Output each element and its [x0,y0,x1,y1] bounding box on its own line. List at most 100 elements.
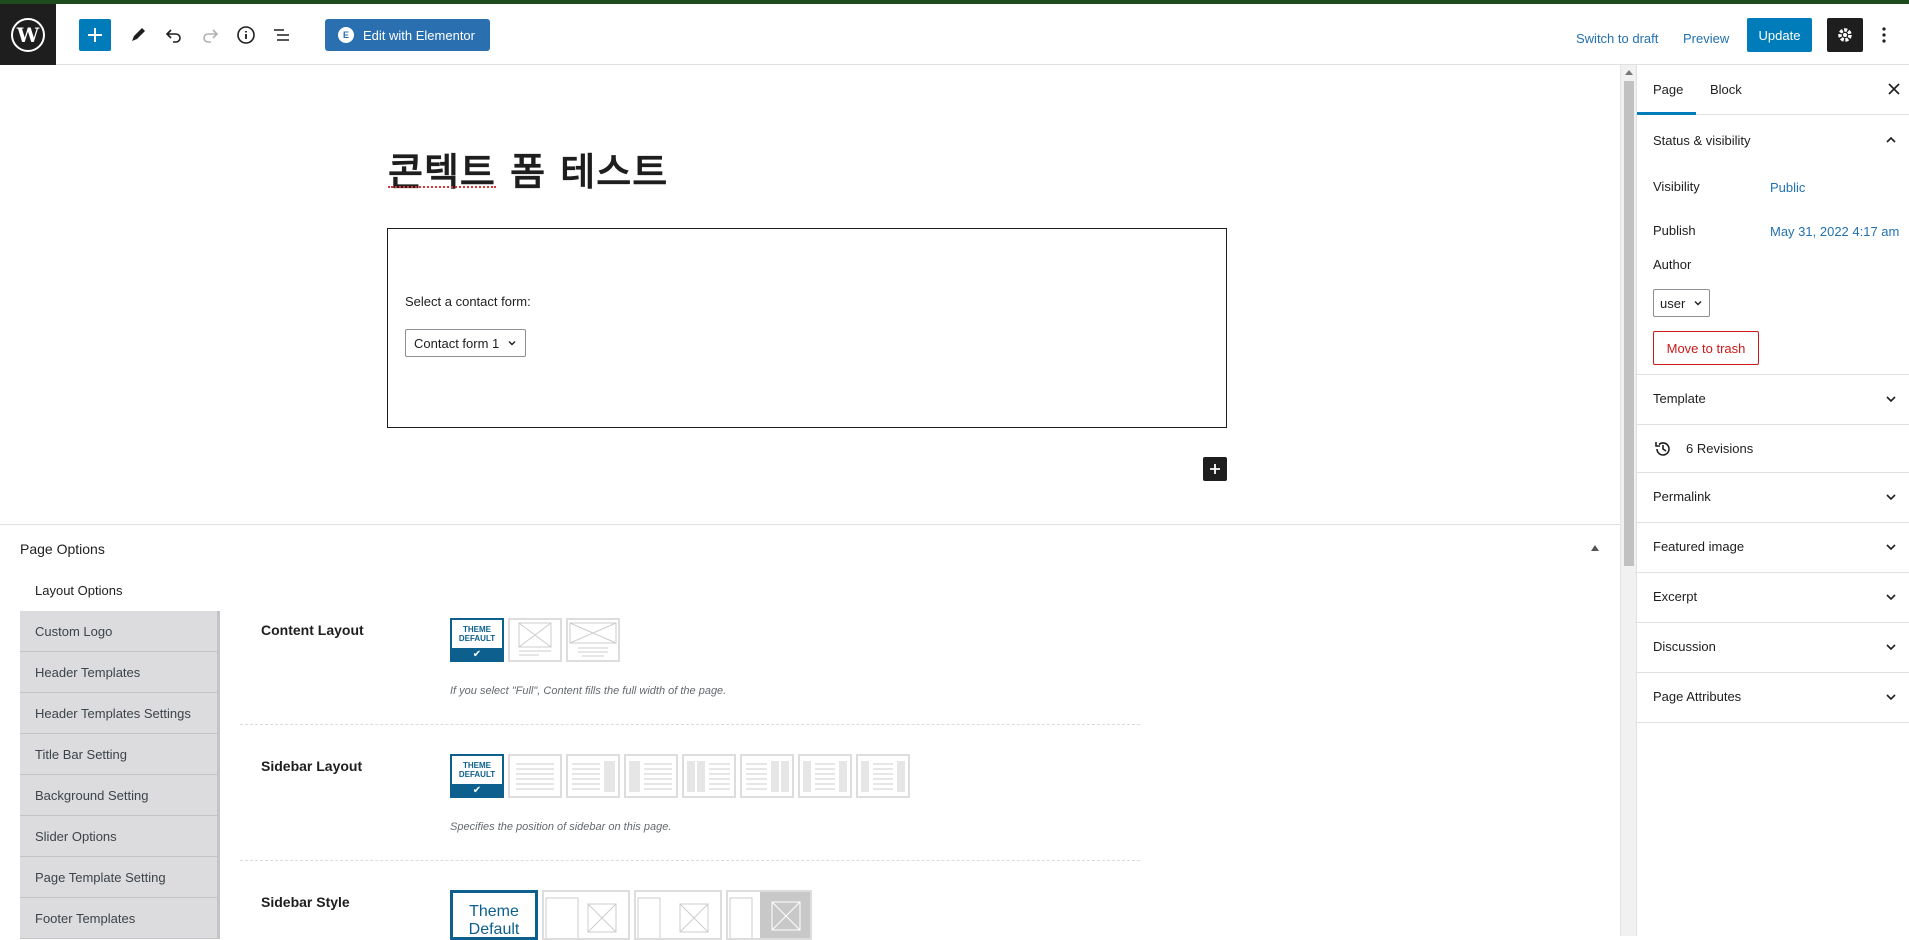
page-attributes-panel[interactable]: Page Attributes [1637,673,1909,723]
layout-both-sidebars-icon [803,761,847,792]
canvas-scrollbar[interactable] [1620,65,1636,936]
sidebar-style-theme-default[interactable]: Theme Default [450,890,538,940]
wordpress-icon: W [11,17,45,52]
sidebar-layout-label: Sidebar Layout [261,758,363,774]
author-label: Author [1653,257,1692,272]
template-panel[interactable]: Template [1637,375,1909,425]
edit-with-elementor-button[interactable]: E Edit with Elementor [325,19,490,51]
featured-image-panel[interactable]: Featured image [1637,523,1909,573]
publish-label: Publish [1653,223,1696,238]
template-title: Template [1653,391,1706,406]
elementor-icon: E [338,27,354,43]
switch-to-draft-link[interactable]: Switch to draft [1576,31,1658,46]
layout-alt-sidebars-icon [861,761,905,792]
author-select[interactable]: user [1653,289,1710,317]
sidebar-layout-both-right[interactable] [740,754,794,798]
sidebar-layout-none[interactable] [508,754,562,798]
contact-form-label: Select a contact form: [405,294,531,309]
close-sidebar-button[interactable] [1884,79,1904,99]
close-icon [1888,83,1900,95]
details-button[interactable] [230,19,262,51]
undo-button[interactable] [158,19,190,51]
contact-form-selected: Contact form 1 [414,335,500,351]
revisions-panel[interactable]: 6 Revisions [1637,425,1909,473]
sidebar-style-2-icon [637,897,709,938]
status-visibility-title[interactable]: Status & visibility [1653,133,1751,148]
content-layout-full[interactable] [566,618,620,662]
sidebar-style-1[interactable] [542,890,630,940]
plus-icon [1210,464,1220,474]
excerpt-title: Excerpt [1653,589,1698,604]
wordpress-logo-button[interactable]: W [0,4,56,65]
add-block-button[interactable] [79,19,111,51]
chevron-down-icon [1886,396,1896,403]
tab-block[interactable]: Block [1710,82,1742,97]
chevron-down-icon [1886,694,1896,701]
spellcheck-underline [388,185,496,188]
featured-image-title: Featured image [1653,539,1745,554]
nav-header-templates-settings[interactable]: Header Templates Settings [20,693,220,734]
layout-boxed-icon [518,622,552,656]
nav-footer-templates[interactable]: Footer Templates [20,898,220,939]
options-menu-button[interactable] [1872,18,1896,52]
page-options-panel: Page Options Layout Options Custom Logo … [0,524,1620,940]
excerpt-panel[interactable]: Excerpt [1637,573,1909,623]
tools-button[interactable] [122,19,154,51]
tab-page[interactable]: Page [1653,82,1683,97]
more-vertical-icon [1882,27,1886,43]
contact-form-select[interactable]: Contact form 1 [405,329,527,357]
chevron-down-icon [1694,301,1702,306]
list-view-button[interactable] [266,19,298,51]
theme-default-text: Theme Default [468,903,520,938]
nav-layout-options[interactable]: Layout Options [20,570,220,611]
inline-add-block-button[interactable] [1203,457,1227,481]
update-button[interactable]: Update [1747,18,1812,52]
contact-form-block[interactable]: Select a contact form: Contact form 1 [387,228,1227,428]
nav-title-bar-setting[interactable]: Title Bar Setting [20,734,220,775]
content-layout-boxed[interactable] [508,618,562,662]
sidebar-style-3[interactable] [726,890,812,940]
divider [240,860,1140,861]
nav-custom-logo[interactable]: Custom Logo [20,611,220,652]
move-to-trash-button[interactable]: Move to trash [1653,331,1759,365]
nav-header-templates[interactable]: Header Templates [20,652,220,693]
scroll-up-arrow-icon[interactable] [1625,70,1633,75]
sidebar-layout-options: THEME DEFAULT ✔ [450,754,910,798]
permalink-panel[interactable]: Permalink [1637,473,1909,523]
settings-button[interactable] [1827,18,1863,52]
sidebar-layout-theme-default[interactable]: THEME DEFAULT ✔ [450,754,504,798]
sidebar-style-3-icon [729,892,810,938]
nav-slider-options[interactable]: Slider Options [20,816,220,857]
undo-icon [165,29,181,43]
sidebar-layout-left[interactable] [624,754,678,798]
content-layout-theme-default[interactable]: THEME DEFAULT ✔ [450,618,504,662]
discussion-title: Discussion [1653,639,1716,654]
list-view-icon [274,29,289,41]
sidebar-layout-alt[interactable] [856,754,910,798]
nav-background-setting[interactable]: Background Setting [20,775,220,816]
collapse-arrow-icon[interactable] [1591,545,1599,551]
chevron-up-icon[interactable] [1885,134,1897,146]
check-icon: ✔ [472,648,482,660]
editor-canvas: 콘텍트 폼 테스트 Select a contact form: Contact… [0,65,1620,525]
editor-toolbar: W E Edit with Elementor Switch to draft … [0,4,1909,65]
visibility-value-link[interactable]: Public [1770,180,1805,195]
sidebar-layout-both-left[interactable] [682,754,736,798]
page-attributes-title: Page Attributes [1653,689,1742,704]
sidebar-layout-both-sides[interactable] [798,754,852,798]
pencil-icon [132,28,145,41]
sidebar-style-2[interactable] [634,890,722,940]
page-options-title: Page Options [20,541,105,557]
content-layout-options: THEME DEFAULT ✔ [450,618,620,662]
edit-with-elementor-label: Edit with Elementor [363,27,475,43]
sidebar-layout-right[interactable] [566,754,620,798]
discussion-panel[interactable]: Discussion [1637,623,1909,673]
publish-date-link[interactable]: May 31, 2022 4:17 am [1770,224,1899,239]
scroll-thumb[interactable] [1624,81,1634,566]
redo-button[interactable] [194,19,226,51]
sidebar-tabs: Page Block [1637,65,1909,115]
theme-default-text: THEME DEFAULT [458,625,496,643]
nav-page-template-setting[interactable]: Page Template Setting [20,857,220,898]
preview-link[interactable]: Preview [1683,31,1729,46]
redo-icon [203,29,219,43]
